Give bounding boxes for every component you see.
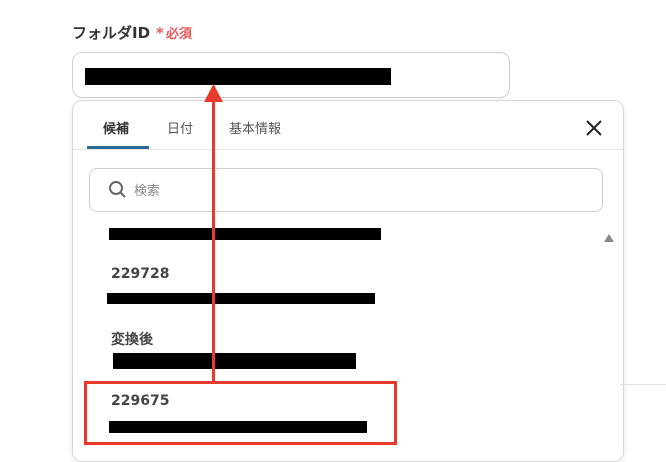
search-icon [109,181,126,198]
list-item-redacted-2 [113,353,356,369]
search-box [89,168,603,212]
close-icon[interactable] [583,117,605,139]
divider [620,384,666,385]
arrow-head-icon [204,84,223,102]
list-item-redacted-1 [107,293,375,304]
annotation-arrow [212,98,215,382]
tab-basic-info[interactable]: 基本情報 [229,118,281,137]
list-item-title[interactable]: 変換後 [111,329,153,349]
search-input[interactable] [132,177,586,205]
redacted-value [85,68,391,85]
field-label: フォルダID * 必須 [72,22,192,43]
highlight-box [84,381,397,445]
list-item-title[interactable]: 229728 [111,266,169,282]
tab-candidates[interactable]: 候補 [103,118,129,137]
triangle-up-icon[interactable] [604,234,614,242]
tab-date[interactable]: 日付 [167,118,193,137]
tab-bar: 候補 日付 基本情報 [73,101,623,150]
list-item-redacted-0[interactable] [109,228,381,240]
required-text: 必須 [165,27,192,42]
folder-id-input[interactable] [72,52,510,98]
active-tab-indicator [87,146,149,149]
required-mark: * [156,23,164,42]
field-label-text: フォルダID [72,24,151,42]
